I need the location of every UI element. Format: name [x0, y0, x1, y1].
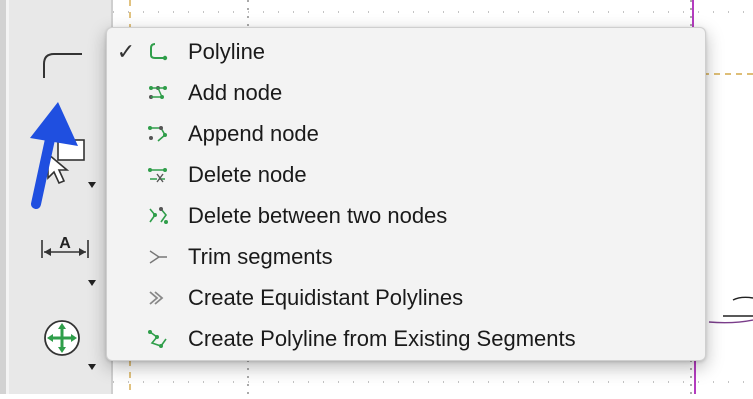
append-node-icon	[148, 126, 167, 142]
dimension-tool-icon: A	[41, 235, 96, 286]
trim-segments-icon	[149, 250, 167, 264]
menu-item-label: Delete between two nodes	[188, 203, 448, 228]
delete-node-icon	[148, 168, 167, 183]
menu-item-equidistant-polylines[interactable]: Create Equidistant Polylines	[107, 278, 705, 318]
menu-item-delete-between-nodes[interactable]: Delete between two nodes	[107, 196, 705, 236]
menu-item-polyline-from-segments[interactable]: Create Polyline from Existing Segments	[107, 319, 705, 359]
polyline-icon	[150, 43, 168, 61]
menu-item-label: Trim segments	[188, 244, 333, 269]
modify-tool-button[interactable]	[38, 314, 102, 378]
tool-palette: A	[0, 0, 113, 394]
menu-item-polyline[interactable]: ✓ Polyline	[107, 32, 705, 72]
menu-item-label: Create Polyline from Existing Segments	[188, 326, 576, 351]
menu-item-label: Add node	[188, 80, 283, 105]
dimension-tool-button[interactable]: A	[38, 228, 98, 288]
menu-item-label: Append node	[188, 121, 319, 146]
delete-between-nodes-icon	[149, 207, 168, 224]
modify-tool-icon	[44, 320, 96, 370]
menu-item-trim-segments[interactable]: Trim segments	[107, 237, 705, 277]
equidistant-polylines-icon	[149, 291, 164, 305]
menu-item-delete-node[interactable]: Delete node	[107, 155, 705, 195]
blue-pointer-arrow	[30, 102, 78, 209]
dimension-letter: A	[59, 235, 71, 252]
menu-item-label: Polyline	[188, 39, 266, 64]
add-node-icon	[149, 86, 167, 99]
palette-edge-highlight	[6, 0, 9, 394]
menu-item-append-node[interactable]: Append node	[107, 114, 705, 154]
polyline-dropdown-menu: ✓ Polyline Add node Append node Delete n…	[106, 27, 706, 361]
polyline-tool-icon	[43, 53, 82, 78]
checkmark-icon: ✓	[116, 39, 136, 64]
menu-item-add-node[interactable]: Add node	[107, 73, 705, 113]
menu-item-label: Create Equidistant Polylines	[188, 285, 464, 310]
polyline-tool-button[interactable]	[38, 46, 88, 86]
menu-item-label: Delete node	[188, 162, 307, 187]
polyline-from-segments-icon	[148, 330, 167, 348]
